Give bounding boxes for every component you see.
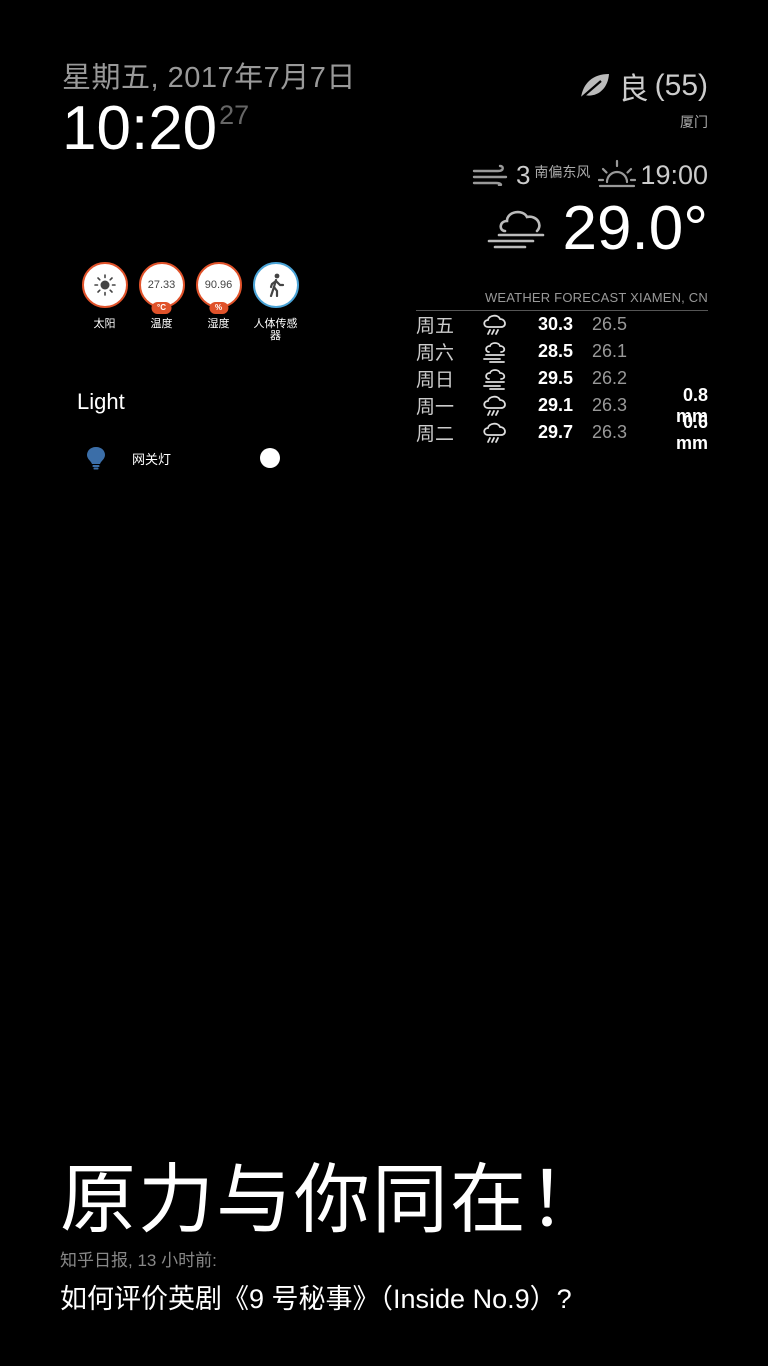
clock-seconds: 27 [219, 100, 250, 130]
light-toggle[interactable] [260, 448, 280, 468]
forecast-day: 周二 [416, 424, 455, 445]
fog-icon [483, 341, 506, 363]
sensor-name: 湿度 [207, 318, 230, 330]
forecast-max: 30.3 [538, 314, 574, 334]
forecast-min: 26.3 [592, 422, 628, 442]
air-quality-value: (55) [654, 69, 708, 102]
forecast-max: 29.5 [538, 368, 574, 388]
forecast-min: 26.3 [592, 395, 628, 415]
rain-icon [483, 395, 506, 416]
sensor-humidity[interactable]: 90.96 % 湿度 [190, 262, 247, 342]
rain-icon [483, 314, 506, 335]
forecast-day: 周五 [416, 316, 455, 337]
forecast-max: 28.5 [538, 341, 574, 361]
sensor-temperature[interactable]: 27.33 °C 温度 [133, 262, 190, 342]
weather-forecast-module: WEATHER FORECAST XIAMEN, CN 周五 30.3 26.5… [416, 290, 708, 453]
current-weather-module: 3 南偏东风 19:00 29.0° [472, 158, 708, 262]
forecast-min: 26.2 [592, 368, 628, 388]
air-quality-module: 良 (55) 厦门 [577, 64, 708, 132]
walking-person-icon [269, 273, 284, 297]
clock-time: 10:20 [62, 94, 218, 163]
leaf-icon [577, 74, 609, 101]
sensor-badge [252, 262, 299, 308]
sensor-motion[interactable]: 人体传感器 [247, 262, 304, 342]
sensor-name: 人体传感器 [253, 318, 298, 342]
forecast-row: 周六 28.5 26.1 [416, 338, 708, 365]
sensor-badge: 90.96 % [195, 262, 242, 314]
compliment-text: 原力与你同在！ [60, 1158, 606, 1243]
wind-sun-row: 3 南偏东风 19:00 [472, 158, 708, 192]
sensor-name: 太阳 [93, 318, 116, 330]
light-name: 网关灯 [132, 451, 172, 467]
clock-time-row: 10:20 27 [62, 98, 356, 160]
forecast-day: 周六 [416, 343, 455, 364]
sun-icon [93, 274, 116, 296]
air-quality-label: 良 [618, 73, 649, 106]
rain-icon [483, 422, 506, 443]
current-temperature: 29.0° [562, 194, 708, 263]
sensor-badge [81, 262, 128, 308]
sensor-unit: °C [151, 302, 172, 314]
forecast-day: 周一 [416, 397, 455, 418]
sunset-icon [598, 159, 637, 188]
news-feed-module: 知乎日报, 13 小时前: 如何评价英剧《9 号秘事》（Inside No.9）… [60, 1246, 572, 1316]
clock-date: 星期五, 2017年7月7日 [62, 62, 356, 94]
lightbulb-icon [87, 447, 105, 470]
sensor-circle [252, 262, 299, 308]
light-item-gateway: 网关灯 [86, 446, 280, 470]
forecast-max: 29.7 [538, 422, 574, 442]
sensor-unit: % [208, 302, 229, 314]
forecast-row: 周二 29.7 26.3 0.6 mm [416, 412, 708, 453]
forecast-max: 29.1 [538, 395, 574, 415]
sunset-time: 19:00 [640, 159, 708, 190]
sensor-badges: 太阳 27.33 °C 温度 90.96 % 湿度 人体传感器 [76, 262, 304, 342]
news-headline: 如何评价英剧《9 号秘事》（Inside No.9）? [60, 1284, 572, 1314]
forecast-rain: 0.6 mm [675, 411, 708, 453]
forecast-min: 26.1 [592, 341, 628, 361]
sensor-name: 温度 [150, 318, 173, 330]
light-card-title: Light [77, 389, 125, 414]
forecast-row: 周五 30.3 26.5 [416, 311, 708, 338]
clock-module: 星期五, 2017年7月7日 10:20 27 [62, 60, 356, 160]
sensor-sun[interactable]: 太阳 [76, 262, 133, 342]
forecast-min: 26.5 [592, 314, 628, 334]
air-quality-row: 良 (55) [577, 64, 708, 108]
fog-cloud-icon [487, 210, 544, 249]
wind-icon [472, 164, 508, 186]
forecast-header: WEATHER FORECAST XIAMEN, CN [416, 290, 708, 311]
sensor-badge: 27.33 °C [138, 262, 185, 314]
temperature-row: 29.0° [472, 196, 708, 262]
fog-icon [483, 368, 506, 390]
wind-direction: 南偏东风 [534, 164, 591, 180]
wind-speed: 3 [515, 159, 531, 190]
news-source: 知乎日报, 13 小时前: [60, 1251, 217, 1270]
air-quality-city: 厦门 [680, 114, 708, 130]
forecast-day: 周日 [416, 370, 455, 391]
sensor-circle [81, 262, 128, 308]
